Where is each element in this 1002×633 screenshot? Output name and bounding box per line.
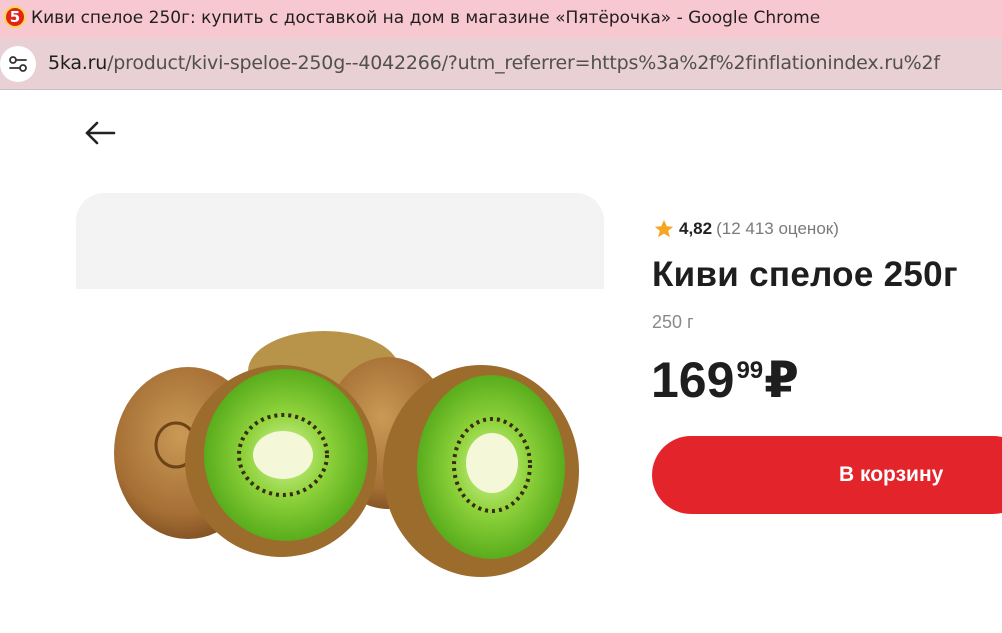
product-weight: 250 г xyxy=(652,312,694,332)
favicon-icon: 5 xyxy=(4,6,26,28)
window-title-bar: 5 Киви спелое 250г: купить с доставкой н… xyxy=(0,0,1002,38)
product-rating: 4,82 (12 413 оценок) xyxy=(653,218,839,240)
product-page: 4,82 (12 413 оценок) Киви спелое 250г 25… xyxy=(0,91,1002,633)
price-kopecks: 99 xyxy=(736,357,764,384)
product-image xyxy=(76,289,604,633)
add-to-cart-button[interactable]: В корзину xyxy=(652,436,1002,514)
back-button[interactable] xyxy=(80,115,120,151)
url-host: 5ka.ru xyxy=(48,52,108,74)
window-title: Киви спелое 250г: купить с доставкой на … xyxy=(31,8,821,28)
product-title: Киви спелое 250г xyxy=(652,255,958,294)
product-image-card xyxy=(76,193,604,633)
product-price: 169 99 ₽ xyxy=(651,353,799,407)
address-bar: 5ka.ru/product/kivi-speloe-250g--4042266… xyxy=(0,38,1002,90)
url-path: /product/kivi-speloe-250g--4042266/?utm_… xyxy=(107,52,940,74)
currency-symbol: ₽ xyxy=(764,352,799,408)
url-field[interactable]: 5ka.ru/product/kivi-speloe-250g--4042266… xyxy=(48,52,940,74)
star-icon xyxy=(654,219,674,238)
price-rubles: 169 xyxy=(651,352,735,408)
site-info-icon[interactable] xyxy=(0,46,36,82)
rating-score: 4,82 xyxy=(679,219,713,238)
back-arrow-icon xyxy=(85,121,116,145)
rating-count[interactable]: (12 413 оценок) xyxy=(716,219,839,239)
